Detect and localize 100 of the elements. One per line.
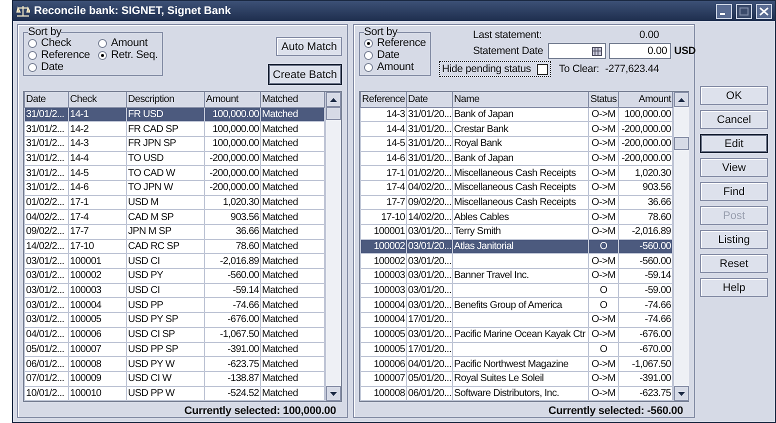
table-row[interactable]: 14-3 31/01/20... Bank of Japan O->M 100,000.00 bbox=[360, 107, 672, 122]
table-row[interactable]: 07/01/2... 100009 USD CI W -138.87 Matched bbox=[24, 371, 324, 386]
radio-icon[interactable] bbox=[364, 62, 373, 72]
table-row[interactable]: 03/01/2... 100004 USD PP -74.66 Matched bbox=[24, 298, 324, 313]
column-header[interactable]: Amount bbox=[204, 92, 260, 107]
column-header[interactable]: Reference bbox=[360, 92, 406, 107]
table-row[interactable]: 100003 03/01/20... O -59.00 bbox=[360, 283, 672, 298]
table-row[interactable]: 31/01/2... 14-1 FR USD 100,000.00 Matched bbox=[24, 107, 324, 122]
table-row[interactable]: 14-5 31/01/20... Royal Bank O->M -200,000.00 bbox=[360, 136, 672, 152]
sort-radio[interactable]: Check bbox=[28, 37, 90, 49]
table-row[interactable]: 100004 03/01/20... Benefits Group of America O -74.66 bbox=[360, 298, 672, 313]
table-cell: 06/01/2... bbox=[24, 356, 68, 372]
table-cell: -560.00 bbox=[204, 268, 260, 284]
date-field[interactable] bbox=[548, 43, 606, 59]
table-row[interactable]: 10/01/2... 100010 USD PP W -524.52 Matched bbox=[24, 386, 324, 401]
hide-pending-checkbox[interactable]: Hide pending status bbox=[438, 61, 551, 77]
table-row[interactable]: 100003 03/01/20... Banner Travel Inc. O->M -59.14 bbox=[360, 268, 672, 284]
auto-match-button[interactable]: Auto Match bbox=[276, 37, 342, 56]
table-row[interactable]: 31/01/2... 14-2 FR CAD SP 100,000.00 Matched bbox=[24, 122, 324, 136]
column-header[interactable]: Check bbox=[68, 92, 126, 107]
radio-icon[interactable] bbox=[98, 38, 107, 48]
table-row[interactable]: 17-10 14/02/20... Ables Cables O->M 78.60 bbox=[360, 210, 672, 224]
table-row[interactable]: 06/01/2... 100008 USD PY W -623.75 Matched bbox=[24, 356, 324, 372]
table-row[interactable]: 31/01/2... 14-5 TO CAD W -200,000.00 Matched bbox=[24, 166, 324, 180]
table-row[interactable]: 100002 03/01/20... O->M -560.00 bbox=[360, 254, 672, 269]
minimize-button[interactable] bbox=[716, 4, 732, 18]
column-header[interactable]: Description bbox=[126, 92, 204, 107]
action-button[interactable]: Listing bbox=[700, 230, 768, 249]
action-button[interactable]: Edit bbox=[700, 134, 768, 153]
action-button[interactable]: Help bbox=[700, 278, 768, 297]
radio-icon[interactable] bbox=[28, 50, 37, 60]
selected-total: Currently selected: 100,000.00 bbox=[183, 404, 337, 418]
table-row[interactable]: 17-4 04/02/20... Miscellaneous Cash Receipts O->M 903.56 bbox=[360, 180, 672, 196]
up-arrow-icon[interactable] bbox=[330, 98, 337, 102]
radio-icon[interactable] bbox=[98, 50, 107, 60]
column-header[interactable]: Name bbox=[452, 92, 588, 107]
action-button[interactable]: View bbox=[700, 158, 768, 177]
table-row[interactable]: 01/02/2... 17-1 USD M 1,020.30 Matched bbox=[24, 195, 324, 210]
table-cell: O->M bbox=[588, 312, 618, 328]
action-button[interactable]: OK bbox=[700, 86, 768, 105]
column-header[interactable]: Amount bbox=[618, 92, 672, 107]
create-batch-button[interactable]: Create Batch bbox=[268, 64, 342, 85]
table-row[interactable]: 100002 03/01/20... Atlas Janitorial O -560.00 bbox=[360, 239, 672, 254]
close-icon[interactable] bbox=[759, 6, 769, 16]
calendar-icon[interactable] bbox=[592, 46, 602, 56]
table-row[interactable]: 14-4 31/01/20... Crestar Bank O->M -200,000.00 bbox=[360, 122, 672, 136]
scrollbar-thumb[interactable] bbox=[674, 137, 689, 150]
table-row[interactable]: 100005 17/01/20... O -670.00 bbox=[360, 342, 672, 357]
table-row[interactable]: 100006 04/01/20... Pacific Northwest Magazine O->M -1,067.50 bbox=[360, 356, 672, 372]
table-row[interactable]: 14-6 31/01/20... Bank of Japan O->M -200,000.00 bbox=[360, 151, 672, 166]
table-cell: 03/01/20... bbox=[406, 268, 452, 284]
table-row[interactable]: 31/01/2... 14-6 TO JPN W -200,000.00 Matched bbox=[24, 180, 324, 196]
sort-radio[interactable]: Amount bbox=[364, 61, 426, 73]
table-row[interactable]: 31/01/2... 14-4 TO USD -200,000.00 Matched bbox=[24, 151, 324, 166]
action-button[interactable]: Reset bbox=[700, 254, 768, 273]
close-button[interactable] bbox=[756, 4, 772, 18]
checkbox-icon[interactable] bbox=[536, 64, 548, 74]
amount-field[interactable]: 0.00 bbox=[609, 43, 672, 59]
table-row[interactable]: 03/01/2... 100005 USD PY SP -676.00 Matched bbox=[24, 312, 324, 328]
scrollbar[interactable] bbox=[673, 92, 689, 402]
radio-icon[interactable] bbox=[28, 62, 37, 72]
up-arrow-icon[interactable] bbox=[678, 98, 685, 102]
action-button[interactable]: Find bbox=[700, 182, 768, 201]
table-row[interactable]: 03/01/2... 100002 USD PY -560.00 Matched bbox=[24, 268, 324, 284]
down-arrow-icon[interactable] bbox=[330, 392, 337, 396]
table-row[interactable]: 03/01/2... 100001 USD CI -2,016.89 Matched bbox=[24, 254, 324, 269]
table-cell: 06/01/20... bbox=[406, 386, 452, 401]
radio-icon[interactable] bbox=[364, 38, 373, 48]
table-row[interactable]: 100005 03/01/20... Pacific Marine Ocean Kayak Ctr O->M -676.00 bbox=[360, 327, 672, 342]
scrollbar[interactable] bbox=[325, 92, 341, 402]
radio-icon[interactable] bbox=[28, 38, 37, 48]
sort-radio[interactable]: Amount bbox=[98, 37, 158, 49]
sort-radio[interactable]: Date bbox=[364, 49, 426, 61]
sort-radio[interactable]: Date bbox=[28, 61, 90, 73]
table-row[interactable]: 100004 17/01/20... O->M -74.66 bbox=[360, 312, 672, 328]
down-arrow-icon[interactable] bbox=[678, 392, 685, 396]
table-row[interactable]: 100007 05/01/20... Royal Suites Le Soleil O->M -391.00 bbox=[360, 371, 672, 386]
column-header[interactable]: Date bbox=[24, 92, 68, 107]
action-button[interactable]: Cancel bbox=[700, 110, 768, 129]
table-row[interactable]: 09/02/2... 17-7 JPN M SP 36.66 Matched bbox=[24, 224, 324, 240]
table-row[interactable]: 17-7 09/02/20... Miscellaneous Cash Receipts O->M 36.66 bbox=[360, 195, 672, 210]
table-row[interactable]: 05/01/2... 100007 USD PP SP -391.00 Matched bbox=[24, 342, 324, 357]
sort-radio[interactable]: Reference bbox=[28, 49, 90, 61]
table-row[interactable]: 04/02/2... 17-4 CAD M SP 903.56 Matched bbox=[24, 210, 324, 224]
table-cell: O->M bbox=[588, 224, 618, 240]
table-row[interactable]: 17-1 01/02/20... Miscellaneous Cash Receipts O->M 1,020.30 bbox=[360, 166, 672, 180]
column-header[interactable]: Matched bbox=[260, 92, 324, 107]
radio-icon[interactable] bbox=[364, 50, 373, 60]
table-row[interactable]: 31/01/2... 14-3 FR JPN SP 100,000.00 Matched bbox=[24, 136, 324, 152]
table-row[interactable]: 04/01/2... 100006 USD CI SP -1,067.50 Matched bbox=[24, 327, 324, 342]
table-cell: 100,000.00 bbox=[204, 136, 260, 152]
table-row[interactable]: 03/01/2... 100003 USD CI -59.14 Matched bbox=[24, 283, 324, 298]
column-header[interactable]: Status bbox=[588, 92, 618, 107]
table-row[interactable]: 14/02/2... 17-10 CAD RC SP 78.60 Matched bbox=[24, 239, 324, 254]
scrollbar-thumb[interactable] bbox=[326, 107, 341, 120]
sort-radio[interactable]: Retr. Seq. bbox=[98, 49, 158, 61]
column-header[interactable]: Date bbox=[406, 92, 452, 107]
table-row[interactable]: 100001 03/01/20... Terry Smith O->M -2,016.89 bbox=[360, 224, 672, 240]
table-row[interactable]: 100008 06/01/20... Software Distributors, Inc. O->M -623.75 bbox=[360, 386, 672, 401]
sort-radio[interactable]: Reference bbox=[364, 37, 426, 49]
